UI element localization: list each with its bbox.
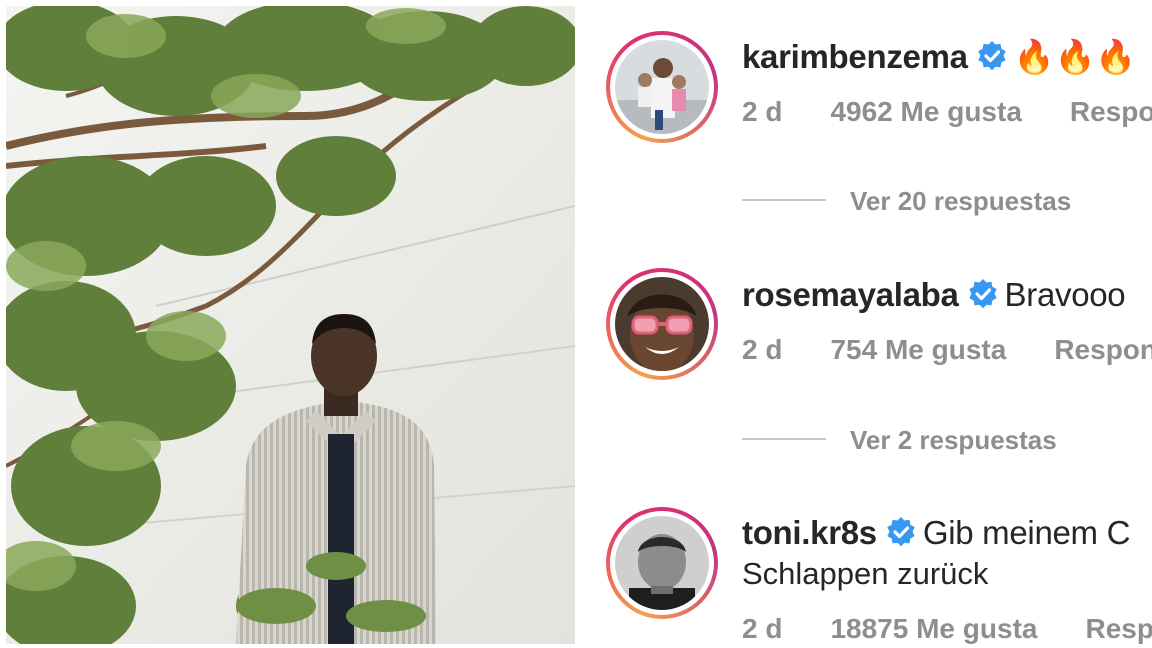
username-link[interactable]: karimbenzema [742, 38, 968, 75]
reply-button[interactable]: Responder [1054, 334, 1152, 365]
likes-count[interactable]: 18875 Me gusta [830, 613, 1037, 644]
comment-time: 2 d [742, 613, 783, 644]
comment-text: Gib meinem C [922, 514, 1131, 551]
reply-button[interactable]: Responder [1070, 96, 1152, 127]
comment-text: Bravooo [1004, 276, 1126, 313]
replies-divider [742, 199, 826, 201]
comment-line: karimbenzema 🔥🔥🔥 [742, 38, 1136, 77]
comments-panel: karimbenzema 🔥🔥🔥 2 d 4962 Me gusta Responde… [575, 0, 1152, 648]
comment-line: rosemayalaba Bravooo [742, 276, 1126, 314]
likes-count[interactable]: 4962 Me gusta [830, 96, 1021, 127]
post-photo [6, 6, 575, 644]
replies-divider [742, 438, 826, 440]
reply-button[interactable]: Responder [1085, 613, 1152, 644]
view-replies-label: Ver 20 respuestas [850, 186, 1072, 216]
avatar-image [615, 516, 709, 610]
comment-line: toni.kr8s Gib meinem C [742, 514, 1130, 552]
comment-text: 🔥🔥🔥 [1013, 38, 1137, 75]
view-replies-button[interactable]: Ver 2 respuestas [742, 425, 1057, 456]
verified-badge-icon [967, 278, 999, 310]
verified-badge-icon [885, 516, 917, 548]
username-link[interactable]: rosemayalaba [742, 276, 959, 313]
likes-count[interactable]: 754 Me gusta [830, 334, 1006, 365]
verified-badge-icon [976, 40, 1008, 72]
comment-text-line2: Schlappen zurück [742, 556, 989, 591]
view-replies-label: Ver 2 respuestas [850, 425, 1057, 455]
avatar-image [615, 277, 709, 371]
avatar-karimbenzema[interactable] [606, 31, 718, 143]
avatar-image [615, 40, 709, 134]
comment-meta: 2 d 18875 Me gusta Responder [742, 613, 1152, 645]
comment-meta: 2 d 754 Me gusta Responder [742, 334, 1152, 366]
username-link[interactable]: toni.kr8s [742, 514, 877, 551]
comment-meta: 2 d 4962 Me gusta Responder [742, 96, 1152, 128]
avatar-rosemayalaba[interactable] [606, 268, 718, 380]
avatar-toni-kr8s[interactable] [606, 507, 718, 619]
view-replies-button[interactable]: Ver 20 respuestas [742, 186, 1071, 217]
comment-time: 2 d [742, 334, 783, 365]
comment-time: 2 d [742, 96, 783, 127]
